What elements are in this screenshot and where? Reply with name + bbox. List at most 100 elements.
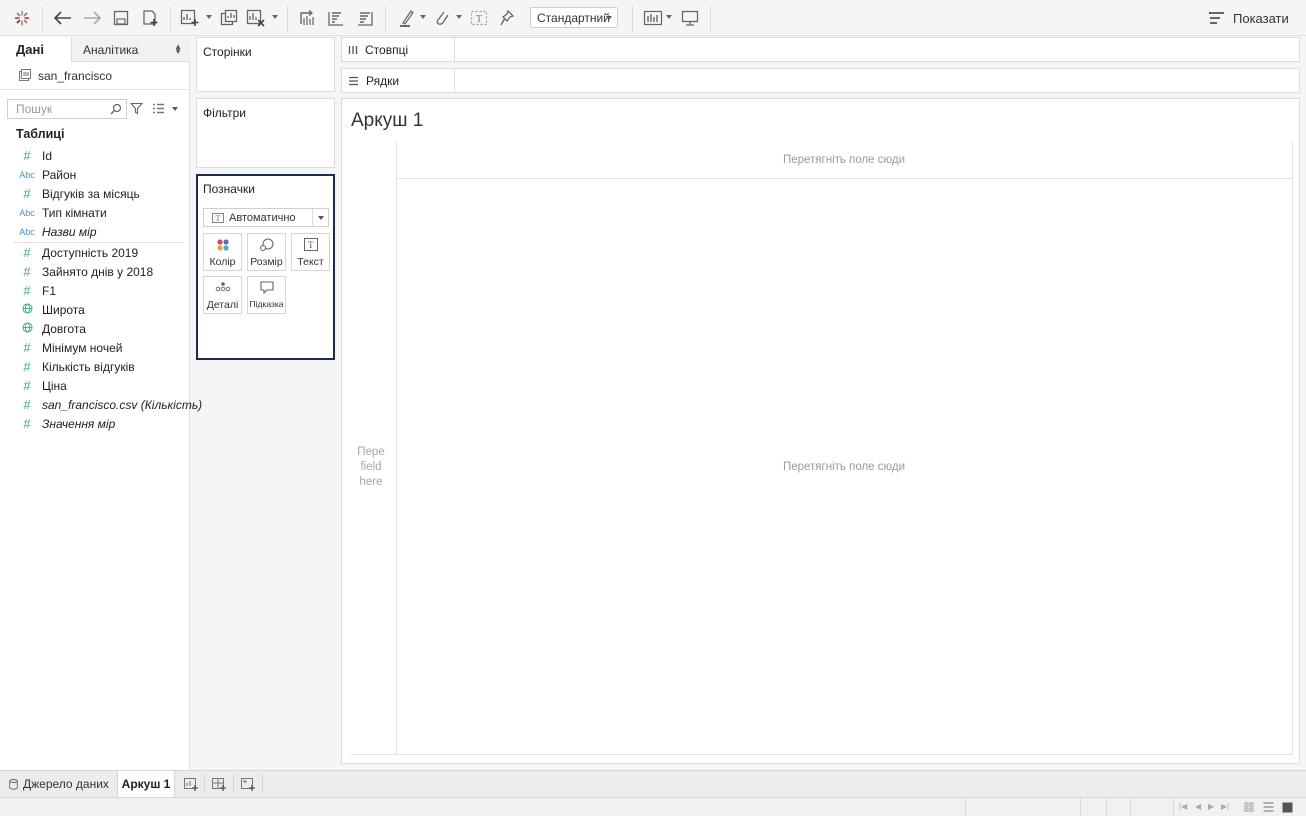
- field-latitude[interactable]: Широта: [0, 300, 190, 319]
- datasource-item[interactable]: san_francisco: [0, 63, 190, 90]
- tooltip-label: Підказка: [249, 299, 284, 309]
- tabs-view-icon[interactable]: [1282, 802, 1293, 813]
- field-price[interactable]: # Ціна: [0, 376, 190, 395]
- sheet-sorter-icon[interactable]: [1244, 802, 1255, 813]
- tab-data[interactable]: Дані: [0, 37, 71, 62]
- sheet-title[interactable]: Аркуш 1: [351, 110, 423, 132]
- drop-field-center-zone[interactable]: Перетягніть поле сюди: [396, 461, 1292, 473]
- mark-type-dropdown[interactable]: T Автоматично: [203, 208, 329, 227]
- show-me-icon: [1209, 12, 1224, 24]
- new-worksheet-tab-icon[interactable]: [183, 776, 199, 792]
- detail-button[interactable]: Деталі: [203, 276, 242, 314]
- new-datasource-icon[interactable]: [140, 6, 160, 30]
- measure-number-icon: #: [23, 359, 31, 374]
- status-bar: |◀ ◀ ▶ ▶|: [0, 797, 1306, 816]
- redo-icon[interactable]: [81, 6, 103, 30]
- pages-card[interactable]: Сторінки: [196, 37, 335, 92]
- group-members-icon[interactable]: T: [469, 6, 489, 30]
- field-label: Ціна: [42, 378, 67, 393]
- clear-sheet-caret-icon[interactable]: [272, 15, 278, 19]
- sheet-tabs-bar: Джерело даних Аркуш 1: [0, 770, 1306, 797]
- size-icon: [248, 238, 285, 254]
- search-icon[interactable]: [110, 103, 122, 115]
- datasource-name: san_francisco: [38, 69, 113, 83]
- new-worksheet-icon[interactable]: [179, 6, 201, 30]
- text-button[interactable]: T Текст: [291, 233, 330, 271]
- view-caret-icon[interactable]: [172, 107, 178, 111]
- field-minimum-nights[interactable]: # Мінімум ночей: [0, 338, 190, 357]
- show-me-label: Показати: [1233, 10, 1289, 26]
- fit-standard-label: Стандартний: [537, 10, 610, 25]
- field-record-count[interactable]: # san_francisco.csv (Кількість): [0, 395, 202, 414]
- columns-shelf[interactable]: Стовпці: [341, 37, 1300, 62]
- field-measure-names[interactable]: Abc Назви мір: [0, 222, 190, 241]
- drop-field-rows-zone[interactable]: Пере field here: [351, 445, 391, 490]
- undo-icon[interactable]: [52, 6, 74, 30]
- tab-analytics[interactable]: Аналітика ▲ ▼: [71, 37, 190, 62]
- pin-icon[interactable]: [497, 6, 517, 30]
- field-reviews-per-month[interactable]: # Відгуків за місяць: [0, 184, 190, 203]
- field-longitude[interactable]: Довгота: [0, 319, 190, 338]
- duplicate-sheet-icon[interactable]: [218, 6, 240, 30]
- tab-data-source-label: Джерело даних: [23, 777, 109, 791]
- field-measure-values[interactable]: # Значення мір: [0, 414, 190, 433]
- field-district[interactable]: Abc Район: [0, 165, 190, 184]
- chevron-down-icon: [606, 16, 612, 20]
- filter-icon[interactable]: [130, 102, 143, 115]
- first-sheet-icon[interactable]: |◀: [1179, 802, 1187, 811]
- swap-rows-columns-icon[interactable]: [296, 6, 318, 30]
- show-mark-labels-icon[interactable]: [642, 6, 664, 30]
- detail-label: Деталі: [206, 299, 239, 311]
- last-sheet-icon[interactable]: ▶|: [1221, 802, 1229, 811]
- field-label: Тип кімнати: [42, 205, 107, 220]
- show-me-button[interactable]: Показати: [1209, 7, 1289, 29]
- save-icon[interactable]: [111, 6, 131, 30]
- field-label: F1: [42, 283, 57, 298]
- sort-descending-icon[interactable]: [354, 6, 376, 30]
- rows-shelf[interactable]: Рядки: [341, 68, 1300, 93]
- measure-number-icon: #: [23, 186, 31, 201]
- drop-field-rows-text-1: Пере: [357, 446, 385, 458]
- search-input[interactable]: [7, 99, 127, 119]
- field-number-of-reviews[interactable]: # Кількість відгуків: [0, 357, 190, 376]
- filters-card[interactable]: Фільтри: [196, 98, 335, 168]
- field-label: Кількість відгуків: [42, 359, 135, 374]
- filmstrip-icon[interactable]: [1263, 802, 1274, 813]
- annotate-icon[interactable]: [432, 6, 452, 30]
- highlight-caret-icon[interactable]: [420, 15, 426, 19]
- clear-sheet-icon[interactable]: [245, 6, 267, 30]
- svg-text:T: T: [476, 14, 482, 25]
- tab-sheet-1[interactable]: Аркуш 1: [117, 771, 175, 797]
- tooltip-button[interactable]: Підказка: [247, 276, 286, 314]
- field-occupied-days-2018[interactable]: # Зайнято днів у 2018: [0, 262, 190, 281]
- drop-field-rows-text-2: field: [360, 461, 382, 473]
- field-availability-2019[interactable]: # Доступність 2019: [0, 243, 190, 262]
- sort-ascending-icon[interactable]: [325, 6, 347, 30]
- previous-sheet-icon[interactable]: ◀: [1195, 802, 1201, 811]
- fit-standard-dropdown[interactable]: Стандартний: [530, 7, 618, 28]
- next-sheet-icon[interactable]: ▶: [1208, 802, 1214, 811]
- datasource-icon: [19, 69, 31, 81]
- new-worksheet-caret-icon[interactable]: [206, 15, 212, 19]
- tab-data-source[interactable]: Джерело даних: [0, 771, 117, 797]
- measure-number-icon: #: [23, 340, 31, 355]
- presentation-mode-icon[interactable]: [679, 6, 701, 30]
- field-label: Зайнято днів у 2018: [42, 264, 154, 279]
- new-story-tab-icon[interactable]: [240, 776, 256, 792]
- size-button[interactable]: Розмір: [247, 233, 286, 271]
- view-list-icon[interactable]: [152, 103, 165, 114]
- drop-field-columns-zone[interactable]: Перетягніть поле сюди: [396, 154, 1292, 166]
- show-mark-labels-caret-icon[interactable]: [666, 15, 672, 19]
- field-label: Довгота: [42, 321, 86, 336]
- field-room-type[interactable]: Abc Тип кімнати: [0, 203, 190, 222]
- tableau-logo-icon[interactable]: [12, 6, 32, 30]
- new-dashboard-tab-icon[interactable]: [211, 776, 227, 792]
- grid-line: [396, 142, 397, 754]
- chevron-down-icon: [312, 209, 328, 226]
- annotate-caret-icon[interactable]: [456, 15, 462, 19]
- field-f1[interactable]: # F1: [0, 281, 190, 300]
- highlight-icon[interactable]: [396, 6, 418, 30]
- field-id[interactable]: # Id: [0, 146, 190, 165]
- color-button[interactable]: Колір: [203, 233, 242, 271]
- tableau-workspace: T Стандартний Показати Дані Аналітика ▲: [0, 0, 1306, 816]
